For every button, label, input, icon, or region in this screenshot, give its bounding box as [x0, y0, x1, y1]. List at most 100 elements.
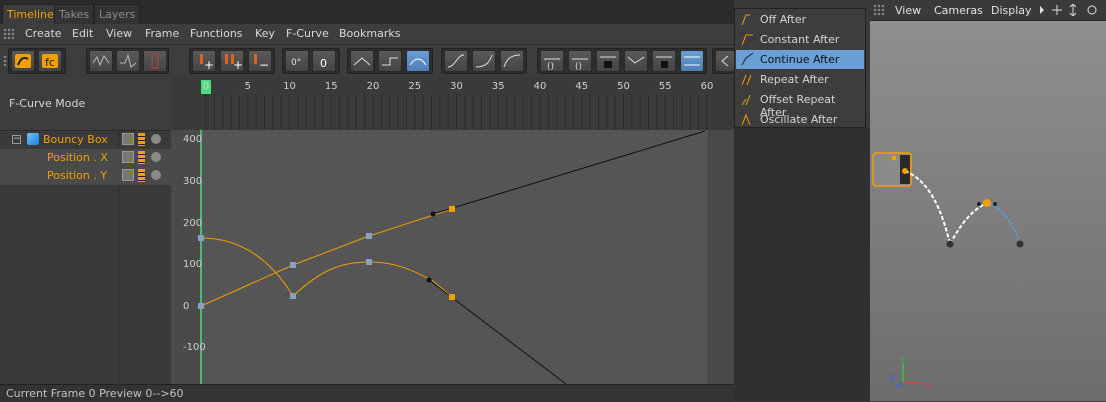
- zero-length-icon[interactable]: 0: [312, 50, 336, 72]
- path-point[interactable]: [983, 199, 991, 207]
- ease-in-out-icon[interactable]: [444, 50, 468, 72]
- frame-ruler[interactable]: 0 5 10 15 20 25 30 35 40 45 50 55 60: [171, 77, 734, 130]
- frame-number: 5: [244, 81, 251, 92]
- clamp-icon[interactable]: (): [540, 50, 564, 72]
- linear-tangent-icon[interactable]: [350, 50, 374, 72]
- viewport-menu-display[interactable]: Display: [991, 4, 1032, 17]
- toolbar-group-value: 0° 0: [282, 48, 340, 74]
- path-point[interactable]: [902, 168, 908, 174]
- viewport-menu-view[interactable]: View: [895, 4, 921, 17]
- viewport-menu-cameras[interactable]: Cameras: [934, 4, 983, 17]
- track-layer-icon[interactable]: [138, 151, 145, 164]
- path-point[interactable]: [1016, 240, 1024, 248]
- oscillate-after-icon: [741, 113, 751, 126]
- viewport-grip-icon[interactable]: [873, 4, 884, 15]
- menu-item-label: Repeat After: [760, 73, 829, 86]
- frame-number: 20: [366, 81, 380, 92]
- menu-key[interactable]: Key: [255, 27, 275, 40]
- path-handle[interactable]: [977, 202, 981, 206]
- menu-item-continue-after[interactable]: Continue After: [736, 50, 864, 69]
- key-y-handle[interactable]: [426, 277, 432, 283]
- rotate-view-icon[interactable]: [1087, 5, 1097, 15]
- step-tangent-icon[interactable]: [378, 50, 402, 72]
- auto-tangent-icon[interactable]: [680, 50, 704, 72]
- grip-icon[interactable]: [3, 28, 14, 39]
- svg-text:−: −: [259, 58, 269, 71]
- track-layer-icon[interactable]: [138, 133, 145, 146]
- key-x-1[interactable]: [290, 262, 296, 268]
- move-view-icon[interactable]: [1052, 5, 1062, 15]
- menu-edit[interactable]: Edit: [72, 27, 93, 40]
- track-solo-icon[interactable]: [151, 152, 161, 162]
- motion-path-extrapolated: [986, 202, 1021, 245]
- menu-view[interactable]: View: [106, 27, 132, 40]
- remove-key-icon[interactable]: −: [248, 50, 272, 72]
- add-key-icon[interactable]: +: [192, 50, 216, 72]
- toolbar-group-mode: fc: [8, 48, 66, 74]
- menu-item-offset-repeat-after[interactable]: Offset Repeat After: [736, 90, 864, 119]
- frame-number: 40: [533, 81, 547, 92]
- viewport-header: View Cameras Display: [870, 0, 1106, 21]
- key-y-1[interactable]: [290, 293, 296, 299]
- panel-divider[interactable]: [734, 128, 870, 401]
- menu-bookmarks[interactable]: Bookmarks: [339, 27, 400, 40]
- f-curve-graph[interactable]: 400 300 200 100 0 -100: [171, 130, 734, 384]
- keyframe-mode-button[interactable]: [11, 50, 35, 72]
- weight-tangent-icon[interactable]: [652, 50, 676, 72]
- track-row-position-y[interactable]: Position . Y: [0, 167, 171, 185]
- path-point[interactable]: [891, 155, 897, 161]
- viewport[interactable]: Y Z X: [870, 21, 1106, 401]
- mode-panel: F-Curve Mode: [0, 77, 171, 131]
- key-y-3[interactable]: [449, 294, 455, 300]
- menu-item-constant-after[interactable]: Constant After: [736, 30, 864, 49]
- menu-frame[interactable]: Frame: [145, 27, 179, 40]
- key-x-handle[interactable]: [430, 211, 436, 217]
- zero-angle-icon[interactable]: 0°: [285, 50, 309, 72]
- lock-tangent-icon[interactable]: [596, 50, 620, 72]
- track-solo-icon[interactable]: [151, 170, 161, 180]
- f-curve-mode-button[interactable]: fc: [38, 50, 62, 72]
- status-text: Current Frame 0 Preview 0-->60: [6, 387, 184, 400]
- key-x-2[interactable]: [366, 233, 372, 239]
- menu-item-off-after[interactable]: Off After: [736, 10, 864, 29]
- add-multiple-keys-icon[interactable]: +: [220, 50, 244, 72]
- tab-takes[interactable]: Takes: [54, 4, 95, 24]
- object-row-bouncy-box[interactable]: − Bouncy Box: [0, 131, 171, 149]
- spline-tangent-icon[interactable]: [406, 50, 430, 72]
- tab-layers[interactable]: Layers: [94, 4, 141, 24]
- menu-more-icon[interactable]: [1040, 6, 1044, 14]
- frame-number: 15: [324, 81, 338, 92]
- break-tangent-icon[interactable]: [624, 50, 648, 72]
- path-handle[interactable]: [993, 202, 997, 206]
- key-y-0[interactable]: [198, 235, 204, 241]
- key-x-0[interactable]: [198, 303, 204, 309]
- menu-item-label: Constant After: [760, 33, 840, 46]
- track-layer-icon[interactable]: [138, 169, 145, 182]
- track-mode-icon[interactable]: [122, 133, 134, 145]
- zero-slope-icon[interactable]: (): [568, 50, 592, 72]
- path-point[interactable]: [946, 240, 954, 248]
- cube-icon: [27, 133, 39, 145]
- ease-out-icon[interactable]: [500, 50, 524, 72]
- menu-create[interactable]: Create: [25, 27, 62, 40]
- dopesheet-icon[interactable]: [89, 50, 113, 72]
- tab-bar: Timeline Takes Layers: [0, 0, 734, 24]
- tab-timeline[interactable]: Timeline: [2, 4, 59, 24]
- dolly-view-icon[interactable]: [1069, 4, 1077, 16]
- key-y-2[interactable]: [366, 259, 372, 265]
- track-mode-icon[interactable]: [122, 169, 134, 181]
- menu-item-oscillate-after[interactable]: Oscillate After: [736, 110, 864, 129]
- track-solo-icon[interactable]: [151, 134, 161, 144]
- menu-functions[interactable]: Functions: [190, 27, 243, 40]
- ease-in-icon[interactable]: [472, 50, 496, 72]
- track-row-position-x[interactable]: Position . X: [0, 149, 171, 167]
- previous-arrow-icon[interactable]: [715, 50, 735, 72]
- menu-f-curve[interactable]: F-Curve: [286, 27, 329, 40]
- key-x-3[interactable]: [449, 206, 455, 212]
- curve-view-icon[interactable]: [116, 50, 140, 72]
- bar-view-icon[interactable]: [143, 50, 167, 72]
- frame-number: 30: [450, 81, 463, 92]
- track-mode-icon[interactable]: [122, 151, 134, 163]
- menu-item-repeat-after[interactable]: Repeat After: [736, 70, 864, 89]
- collapse-icon[interactable]: −: [12, 135, 21, 144]
